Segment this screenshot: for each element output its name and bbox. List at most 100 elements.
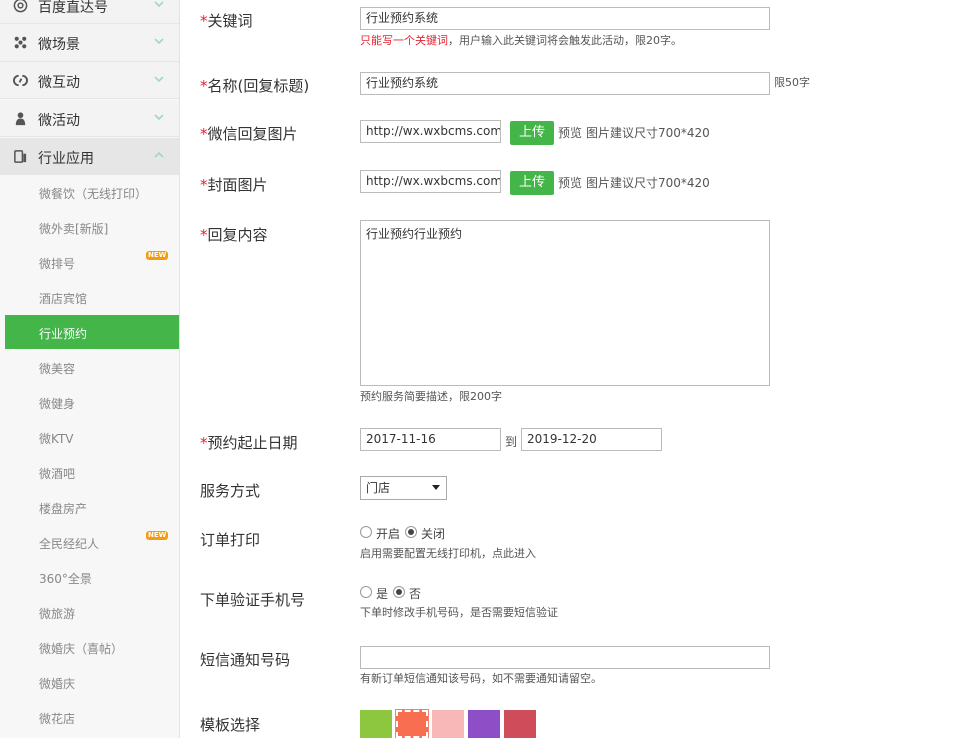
keyword-hint: 只能写一个关键词，用户输入此关键词将会触发此活动，限20字。 [360,34,682,47]
name-label: *名称(回复标题) [200,77,310,95]
required-mark: * [200,176,208,194]
person-icon [15,112,26,126]
sidebar-group-label: 微互动 [38,75,80,91]
keyword-label: *关键词 [200,12,253,30]
sidebar-item-panorama[interactable]: 360°全景 [5,560,179,595]
order-print-option-on: 开启 [376,527,401,541]
tablet-icon [14,150,27,163]
verify-phone-hint: 下单时修改手机号码，是否需要短信验证 [360,606,558,619]
sidebar-item-florist[interactable]: 微花店 [5,700,179,735]
service-mode-value: 门店 [366,481,391,495]
verify-phone-radio-yes[interactable] [360,586,372,598]
sidebar-item-restaurant[interactable]: 微餐饮（无线打印） [5,175,179,210]
chevron-down-icon [154,38,164,45]
date-range-label: *预约起止日期 [200,434,298,452]
reply-content-textarea[interactable]: 行业预约行业预约 [360,220,770,386]
name-input[interactable]: 行业预约系统 [360,72,770,95]
order-print-hint[interactable]: 启用需要配置无线打印机，点此进入 [360,545,536,561]
keyword-input[interactable]: 行业预约系统 [360,7,770,30]
order-print-radio-off[interactable] [405,526,417,538]
sidebar-item-label: 微排号 [39,257,76,271]
order-print-option-off: 关闭 [421,527,446,541]
template-swatch-red[interactable] [504,710,536,738]
sidebar-group-activity[interactable]: 微活动 [0,100,179,137]
sidebar-group-scene[interactable]: 微场景 [0,24,179,62]
sms-number-hint: 有新订单短信通知该号码，如不需要通知请留空。 [360,672,602,685]
sidebar-item-label: 酒店宾馆 [39,292,88,306]
reply-image-url-input[interactable]: http://wx.wxbcms.com/ [360,120,501,143]
required-mark: * [200,12,208,30]
sidebar-group-label: 百度直达号 [38,0,108,16]
sidebar-item-label: 行业预约 [39,327,88,341]
service-mode-label: 服务方式 [200,482,261,500]
sidebar-item-label: 微婚庆 [39,677,76,691]
sidebar-group-label: 微活动 [38,113,80,129]
sidebar-item-reservation[interactable]: 行业预约 [5,315,179,349]
sidebar-item-label: 微花店 [39,712,76,726]
sidebar-group-interact[interactable]: 微互动 [0,62,179,99]
sidebar-item-bar[interactable]: 微酒吧 [5,455,179,490]
sidebar-item-label: 360°全景 [39,572,92,586]
required-mark: * [200,226,208,244]
sidebar-group-label: 行业应用 [38,151,94,167]
verify-phone-option-no: 否 [409,587,422,601]
at-icon [13,0,28,13]
sidebar-group-industry[interactable]: 行业应用 [0,138,179,175]
sidebar-item-takeout[interactable]: 微外卖[新版] [5,210,179,245]
sidebar-item-travel[interactable]: 微旅游 [5,595,179,630]
service-mode-select[interactable]: 门店 [360,476,447,500]
sidebar-item-ktv[interactable]: 微KTV [5,420,179,455]
template-swatch-green[interactable] [360,710,392,738]
sidebar-item-realestate[interactable]: 楼盘房产 [5,490,179,525]
cover-image-url-input[interactable]: http://wx.wxbcms.com/ [360,170,501,193]
dots-icon [14,36,27,49]
reply-image-upload-button[interactable]: 上传 [510,121,554,145]
sidebar: 百度直达号 微场景 微互动 微活动 行业应用 微餐饮（无线打印） 微外卖[新版]… [0,0,180,738]
order-print-radio-on[interactable] [360,526,372,538]
reply-image-hint: 图片建议尺寸700*420 [586,126,710,140]
sidebar-group-baidu[interactable]: 百度直达号 [0,0,179,24]
sidebar-item-label: 微酒吧 [39,467,76,481]
order-print-label: 订单打印 [200,531,261,549]
new-badge: NEW [146,251,169,260]
date-separator: 到 [505,435,518,449]
sidebar-item-fitness[interactable]: 微健身 [5,385,179,420]
end-date-input[interactable]: 2019-12-20 [521,428,662,451]
cover-image-upload-button[interactable]: 上传 [510,171,554,195]
verify-phone-option-yes: 是 [376,587,389,601]
required-mark: * [200,125,208,143]
sidebar-item-label: 全民经纪人 [39,537,100,551]
sidebar-item-queue[interactable]: 微排号 NEW [5,245,179,280]
template-swatch-purple[interactable] [468,710,500,738]
chain-icon [13,74,28,87]
cover-image-label: *封面图片 [200,176,268,194]
sidebar-item-broker[interactable]: 全民经纪人 NEW [5,525,179,560]
new-badge: NEW [146,531,169,540]
sidebar-item-label: 微婚庆（喜帖） [39,642,124,656]
chevron-down-icon [154,76,164,83]
sidebar-item-label: 微健身 [39,397,76,411]
sidebar-item-label: 微外卖[新版] [39,222,109,236]
sms-number-input[interactable] [360,646,770,669]
verify-phone-radio-no[interactable] [393,586,405,598]
reply-content-hint: 预约服务简要描述，限200字 [360,390,502,403]
sidebar-item-wedding[interactable]: 微婚庆 [5,665,179,700]
sidebar-item-beauty[interactable]: 微美容 [5,350,179,385]
sidebar-group-label: 微场景 [38,37,80,53]
cover-image-preview-link[interactable]: 预览 [558,174,582,191]
reply-image-preview-link[interactable]: 预览 [558,124,582,141]
sidebar-item-wedding-invite[interactable]: 微婚庆（喜帖） [5,630,179,665]
sms-number-label: 短信通知号码 [200,651,291,669]
name-hint: 限50字 [774,76,810,89]
template-swatch-pink[interactable] [432,710,464,738]
start-date-input[interactable]: 2017-11-16 [360,428,501,451]
caret-down-icon [432,485,440,490]
template-swatch-coral[interactable] [395,709,429,738]
sidebar-item-hotel[interactable]: 酒店宾馆 [5,280,179,315]
template-label: 模板选择 [200,716,261,734]
reply-image-label: *微信回复图片 [200,125,298,143]
verify-phone-label: 下单验证手机号 [200,591,306,609]
reply-content-label: *回复内容 [200,226,268,244]
sidebar-item-label: 楼盘房产 [39,502,88,516]
sidebar-item-label: 微美容 [39,362,76,376]
